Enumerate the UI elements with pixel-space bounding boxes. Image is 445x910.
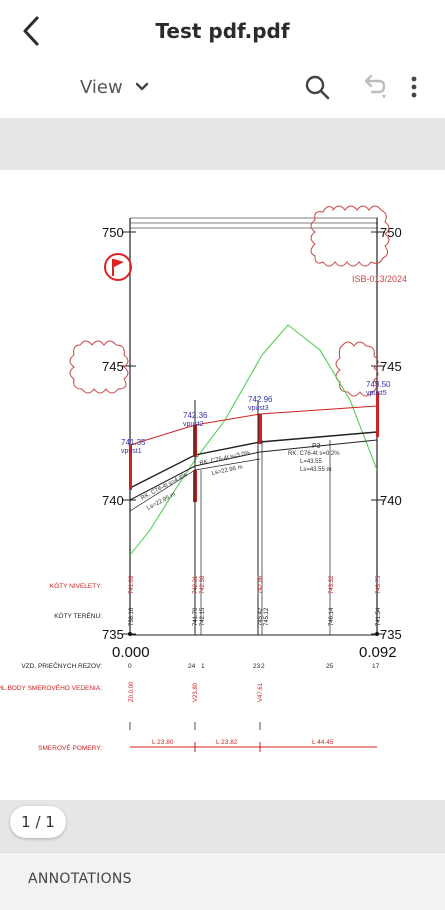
well-label: vpust2	[183, 421, 204, 428]
y-label: 735	[102, 627, 124, 642]
main-point: V23.80	[193, 682, 199, 702]
niveleta-value: 742.36	[200, 575, 206, 594]
slope-note: L=43.55	[300, 459, 323, 465]
row-label: KÓTY NIVELETY:	[50, 581, 102, 590]
row-label: KÓTY TERÉNU:	[54, 611, 102, 620]
row-label: VZD. PRIEČNYCH REZOV:	[21, 661, 102, 670]
search-button[interactable]	[302, 70, 332, 104]
terrain-value: 741.54	[376, 607, 382, 626]
more-vertical-icon	[411, 76, 417, 98]
undo-button[interactable]	[358, 70, 388, 104]
row-label: HL.BODY SMEROVÉHO VEDENIA:	[0, 683, 102, 692]
slope-note: P3	[312, 443, 321, 450]
distance-value: 1	[201, 663, 205, 670]
main-point: V47.61	[258, 682, 264, 702]
toolbar-spacer	[0, 118, 445, 170]
elevation-label: 741.35	[121, 438, 146, 447]
search-icon	[305, 75, 330, 100]
terrain-value: 738.16	[129, 607, 135, 626]
cloud-text: ISB-013/2024	[352, 274, 407, 284]
terrain-value: 742.15	[200, 607, 206, 626]
segment-label: L 23.82	[216, 739, 238, 746]
pdf-page[interactable]: 750 745 740 735 750 745 740 735 ISB-013/…	[0, 170, 445, 800]
niveleta-value: 743.32	[329, 575, 335, 594]
y-label-right: 735	[380, 627, 402, 642]
distance-value: 0	[128, 663, 132, 670]
annotations-panel[interactable]: ANNOTATIONS	[0, 852, 445, 910]
top-bar: Test pdf.pdf View	[0, 0, 445, 118]
elevation-label: 742.36	[183, 411, 208, 420]
niveleta-value: 741.09	[129, 575, 135, 594]
y-label-right: 750	[380, 225, 402, 240]
distance-value: 25	[326, 663, 334, 670]
pager-strip	[0, 800, 445, 852]
terrain-value: 741.79	[193, 607, 199, 626]
elevation-label: 743.50	[366, 380, 391, 389]
profile-drawing: 750 745 740 735 750 745 740 735 ISB-013/…	[0, 205, 407, 752]
distance-value: 2	[261, 663, 265, 670]
terrain-value: 746.14	[329, 607, 335, 626]
view-menu-button[interactable]: View	[80, 74, 149, 100]
niveleta-value: 742.31	[193, 575, 199, 594]
row-label: SMEROVÉ POMERY:	[38, 743, 102, 752]
segment-label: L 23.80	[152, 739, 174, 746]
view-label: View	[80, 76, 123, 98]
main-point: Z0.0.00	[129, 681, 135, 702]
y-label: 750	[102, 225, 124, 240]
chevron-down-icon	[135, 82, 148, 91]
document-title: Test pdf.pdf	[155, 19, 290, 43]
undo-icon	[364, 74, 386, 99]
distance-value: 24	[188, 663, 196, 670]
distance-value: 17	[372, 663, 380, 670]
well-label: vpust3	[248, 405, 269, 412]
terrain-value: 745.12	[264, 607, 270, 626]
flag-icon	[104, 253, 132, 281]
well-label: vpust5	[366, 390, 387, 397]
slope-note: Ls=43.55 m	[300, 467, 332, 473]
y-label: 740	[102, 493, 124, 508]
distance-value: 23	[253, 663, 261, 670]
station-end: 0.092	[359, 644, 397, 661]
niveleta-value: 742.86	[258, 575, 264, 594]
well-label: vpust1	[121, 448, 142, 455]
niveleta-value: 743.75	[376, 575, 382, 594]
page-indicator[interactable]: 1 / 1	[10, 806, 66, 838]
annotations-label: ANNOTATIONS	[28, 871, 132, 887]
y-label: 745	[102, 359, 124, 374]
segment-label: L 44.45	[312, 739, 334, 746]
elevation-label: 742.96	[248, 395, 273, 404]
y-label-right: 745	[380, 359, 402, 374]
station-start: 0.000	[112, 644, 150, 661]
y-label-right: 740	[380, 493, 402, 508]
slope-note: RK. C76-4t s=0.2%	[288, 451, 340, 457]
more-options-button[interactable]	[404, 70, 424, 104]
